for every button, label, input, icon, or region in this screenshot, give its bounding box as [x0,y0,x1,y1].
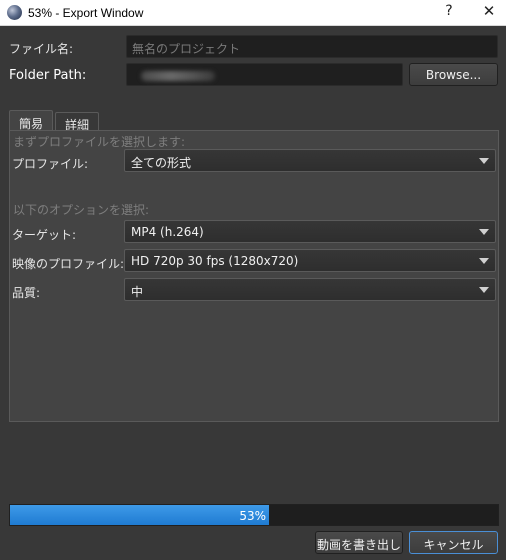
close-button[interactable]: ✕ [478,2,500,24]
target-label: ターゲット: [12,228,77,242]
chevron-down-icon [479,258,489,264]
quality-label: 品質: [12,286,41,300]
target-select-value: MP4 (h.264) [131,225,204,239]
chevron-down-icon [479,287,489,293]
profile-hint: まずプロファイルを選択します: [13,135,186,149]
cancel-button[interactable]: キャンセル [409,531,498,554]
export-progress-bar: 53% [9,504,499,526]
chevron-down-icon [479,229,489,235]
tab-advanced[interactable]: 詳細 [55,112,99,132]
help-button[interactable]: ? [438,3,460,23]
file-name-label: ファイル名: [9,42,74,56]
tab-simple[interactable]: 簡易 [9,110,53,132]
progress-percent-text: 53% [239,509,266,523]
profile-label: プロファイル: [12,157,89,171]
window-title: 53% - Export Window [28,6,144,20]
folder-path-value-redacted [141,71,215,81]
file-name-input[interactable]: 無名のプロジェクト [126,35,498,58]
chevron-down-icon [479,158,489,164]
export-video-button[interactable]: 動画を書き出し [315,531,403,554]
quality-select[interactable]: 中 [124,278,496,301]
title-bar: 53% - Export Window ? ✕ [0,0,506,26]
profile-select[interactable]: 全ての形式 [124,149,496,172]
export-dialog-body: ファイル名: 無名のプロジェクト Folder Path: Browse... … [0,26,506,560]
simple-tab-panel: まずプロファイルを選択します: プロファイル: 全ての形式 以下のオプションを選… [9,130,499,422]
profile-select-value: 全ての形式 [131,156,192,170]
quality-select-value: 中 [131,285,144,299]
browse-button[interactable]: Browse... [409,63,498,86]
options-hint: 以下のオプションを選択: [13,203,150,217]
video-profile-label: 映像のプロファイル: [12,257,125,271]
video-profile-select[interactable]: HD 720p 30 fps (1280x720) [124,249,496,272]
app-logo-icon [7,5,22,20]
target-select[interactable]: MP4 (h.264) [124,220,496,243]
video-profile-select-value: HD 720p 30 fps (1280x720) [131,254,299,268]
folder-path-input[interactable] [126,63,403,86]
folder-path-label: Folder Path: [9,68,87,83]
